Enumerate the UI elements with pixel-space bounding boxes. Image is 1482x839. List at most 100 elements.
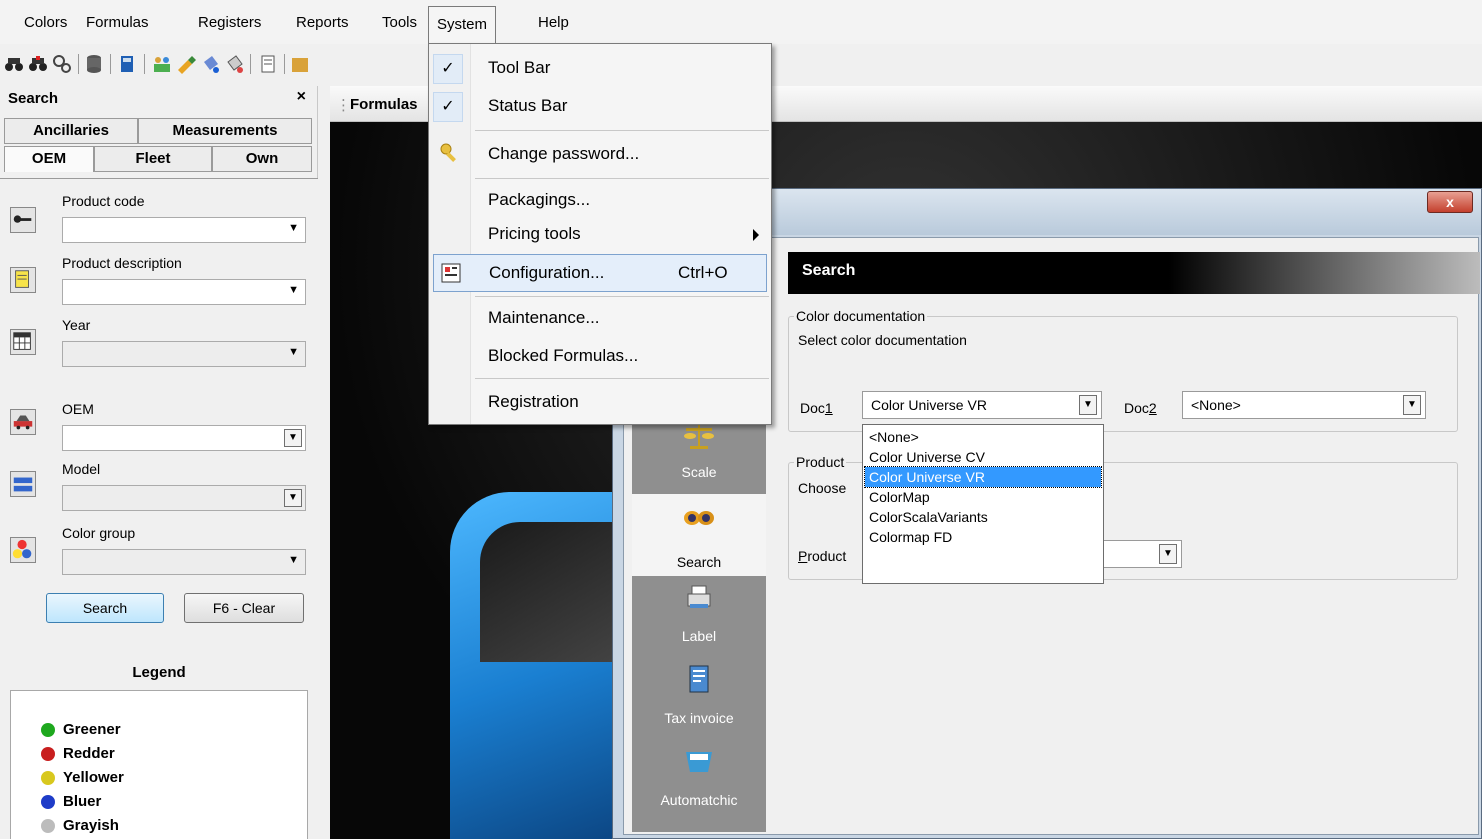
submenu-arrow-icon xyxy=(753,229,759,241)
dialog-header: Search xyxy=(788,252,1480,294)
book-icon[interactable] xyxy=(118,54,138,74)
chevron-down-icon: ▼ xyxy=(1403,395,1421,415)
menu-item-label: Packagings... xyxy=(488,190,591,209)
menu-item-configuration[interactable]: Configuration... Ctrl+O xyxy=(433,254,767,292)
doc2-value: <None> xyxy=(1191,397,1241,413)
menu-item-status-bar[interactable]: ✓ Status Bar xyxy=(429,88,771,126)
nav-label[interactable]: Label xyxy=(632,578,766,660)
menu-item-label: Maintenance... xyxy=(488,308,600,327)
menu-item-change-password[interactable]: Change password... xyxy=(429,136,771,174)
product-group-label: Product xyxy=(794,454,847,470)
menu-item-pricing-tools[interactable]: Pricing tools xyxy=(429,216,771,254)
menu-item-blocked-formulas[interactable]: Blocked Formulas... xyxy=(429,338,771,376)
binoculars-icon[interactable] xyxy=(4,54,24,74)
doc1-dropdown-list: <None> Color Universe CV Color Universe … xyxy=(862,424,1104,584)
binoculars-icon xyxy=(684,511,714,525)
configuration-icon xyxy=(441,263,461,283)
blue-diamond-icon xyxy=(41,795,55,809)
nav-label-label: Label xyxy=(681,628,717,644)
legend-item: Yellower xyxy=(41,769,124,786)
menu-help[interactable]: Help xyxy=(538,12,569,34)
printer-icon xyxy=(687,585,711,608)
doc1-value: Color Universe VR xyxy=(871,397,987,413)
color-group-label: Color group xyxy=(62,525,136,541)
doc1-option[interactable]: <None> xyxy=(865,427,1101,447)
package-icon[interactable] xyxy=(290,54,310,74)
menu-tools[interactable]: Tools xyxy=(382,12,417,34)
doc1-select[interactable]: Color Universe VR ▼ xyxy=(862,391,1102,419)
gears-icon[interactable] xyxy=(52,54,72,74)
tab-measurements[interactable]: Measurements xyxy=(138,118,312,144)
database-icon[interactable] xyxy=(84,54,104,74)
menu-system[interactable]: System xyxy=(428,6,497,44)
clear-button[interactable]: F6 - Clear xyxy=(184,593,304,623)
tab-formulas[interactable]: Formulas xyxy=(350,96,418,113)
document-icon[interactable] xyxy=(258,54,278,74)
bucket-alt-icon[interactable] xyxy=(224,54,244,74)
doc1-option[interactable]: Color Universe CV xyxy=(865,447,1101,467)
menu-item-label: Configuration... xyxy=(489,263,605,282)
tab-ancillaries[interactable]: Ancillaries xyxy=(4,118,138,144)
bus-windshield xyxy=(480,522,630,662)
menu-registers[interactable]: Registers xyxy=(198,12,261,34)
binoculars-red-icon[interactable] xyxy=(28,54,48,74)
menu-item-label: Status Bar xyxy=(488,96,568,115)
menu-item-registration[interactable]: Registration xyxy=(429,384,771,422)
menu-item-label: Change password... xyxy=(488,144,640,163)
menu-colors[interactable]: Colors xyxy=(24,12,67,34)
menu-item-packagings[interactable]: Packagings... xyxy=(429,182,771,220)
nav-scale-label: Scale xyxy=(681,464,717,480)
doc1-option[interactable]: Colormap FD xyxy=(865,527,1101,547)
spectrophotometer-icon xyxy=(686,752,712,772)
color-documentation-label: Color documentation xyxy=(794,308,928,324)
menu-formulas[interactable]: Formulas xyxy=(86,12,149,34)
brush-icon[interactable] xyxy=(176,54,196,74)
search-button[interactable]: Search xyxy=(46,593,164,623)
key-icon xyxy=(10,207,36,233)
legend-label: Redder xyxy=(63,745,115,762)
doc1-option-selected[interactable]: Color Universe VR xyxy=(864,466,1102,488)
users-icon[interactable] xyxy=(152,54,172,74)
menu-item-label: Pricing tools xyxy=(488,224,581,243)
chevron-down-icon: ▼ xyxy=(284,429,302,447)
menu-reports[interactable]: Reports xyxy=(296,12,349,34)
doc2-select[interactable]: <None> ▼ xyxy=(1182,391,1426,419)
green-diamond-icon xyxy=(41,723,55,737)
red-diamond-icon xyxy=(41,747,55,761)
close-icon[interactable]: × xyxy=(297,88,306,106)
tab-oem[interactable]: OEM xyxy=(4,146,94,172)
chevron-down-icon: ▼ xyxy=(288,554,299,566)
system-menu-dropdown: ✓ Tool Bar ✓ Status Bar Change password.… xyxy=(428,43,772,425)
chevron-down-icon: ▼ xyxy=(1079,395,1097,415)
model-label: Model xyxy=(62,461,101,477)
tab-own[interactable]: Own xyxy=(212,146,312,172)
nav-search[interactable]: Search xyxy=(632,494,766,576)
notepad-icon xyxy=(10,267,36,293)
chevron-down-icon: ▼ xyxy=(1159,544,1177,564)
menu-separator xyxy=(475,296,769,297)
gray-diamond-icon xyxy=(41,819,55,833)
model-combo[interactable]: ▼ xyxy=(62,485,306,511)
color-circles-icon xyxy=(10,537,36,563)
doc1-option[interactable]: ColorMap xyxy=(865,487,1101,507)
menu-item-maintenance[interactable]: Maintenance... xyxy=(429,300,771,338)
legend-title: Legend xyxy=(132,664,186,681)
nav-tax-invoice[interactable]: Tax invoice xyxy=(632,660,766,742)
product-description-label: Product description xyxy=(62,255,182,271)
toolbar-separator xyxy=(250,54,251,74)
nav-automatchic[interactable]: Automatchic xyxy=(632,742,766,824)
color-group-combo[interactable]: ▼ xyxy=(62,549,306,575)
toolbar-separator xyxy=(110,54,111,74)
year-combo[interactable]: ▼ xyxy=(62,341,306,367)
oem-combo[interactable]: ▼ xyxy=(62,425,306,451)
product-description-combo[interactable]: ▼ xyxy=(62,279,306,305)
menu-item-tool-bar[interactable]: ✓ Tool Bar xyxy=(429,50,771,88)
tab-fleet[interactable]: Fleet xyxy=(94,146,212,172)
dialog-close-button[interactable]: x xyxy=(1427,191,1473,213)
calendar-icon xyxy=(10,329,36,355)
nav-search-label: Search xyxy=(676,554,722,570)
grip-icon: ⋮ xyxy=(336,97,351,114)
product-code-combo[interactable]: ▼ xyxy=(62,217,306,243)
bucket-icon[interactable] xyxy=(200,54,220,74)
doc1-option[interactable]: ColorScalaVariants xyxy=(865,507,1101,527)
